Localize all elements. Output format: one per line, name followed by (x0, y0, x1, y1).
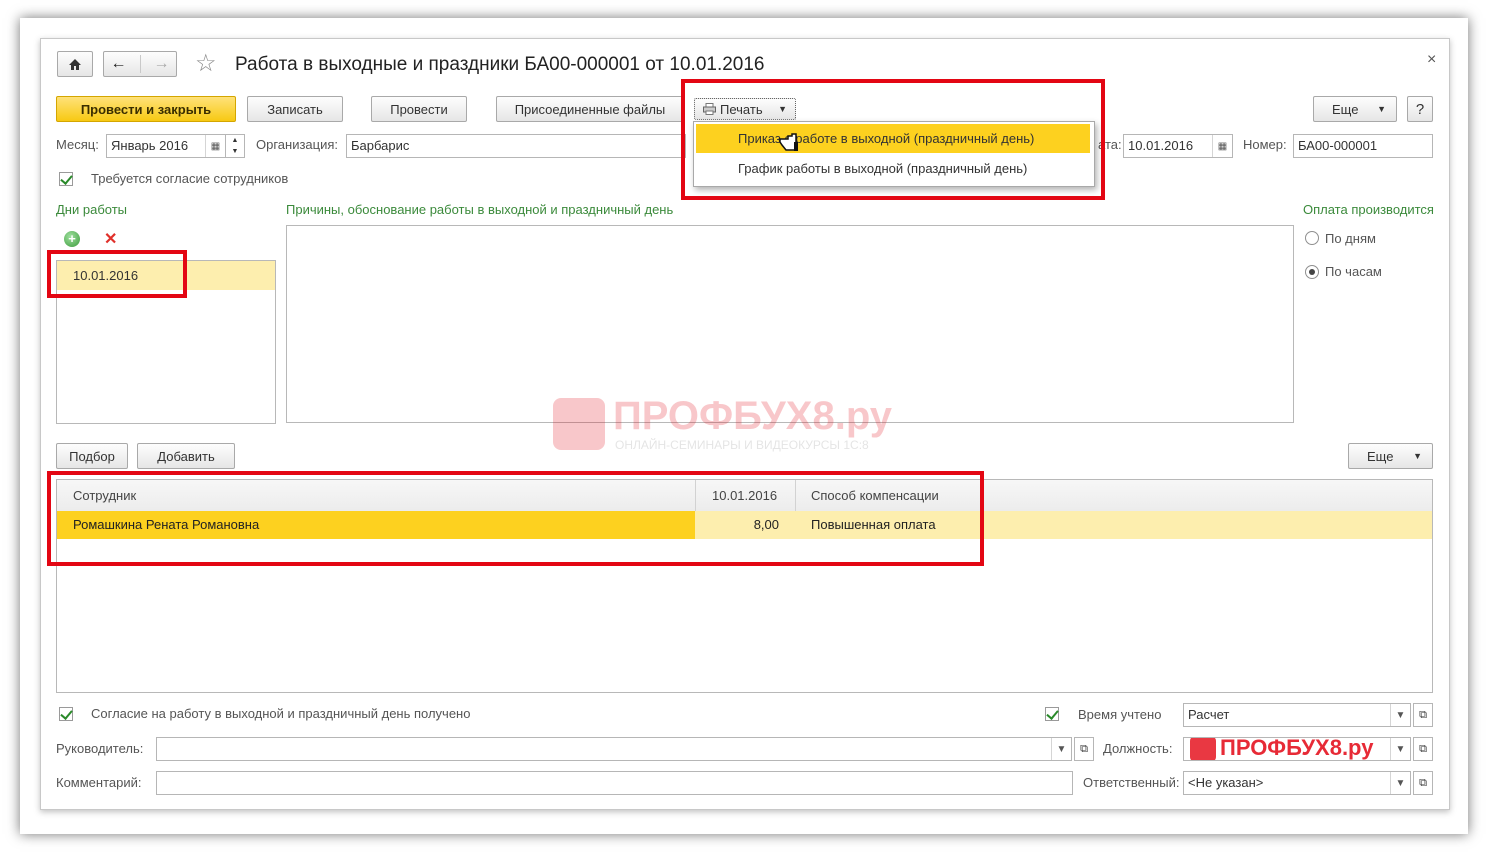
comment-field[interactable] (156, 771, 1073, 795)
payment-by-hours-radio[interactable] (1305, 265, 1319, 279)
more-label: Еще (1332, 101, 1359, 117)
watermark-brand-small: ПРОФБУХ8.ру (1220, 737, 1374, 760)
time-counted-field[interactable]: Расчет ▼ (1183, 703, 1411, 727)
page-title: Работа в выходные и праздники БА00-00000… (235, 54, 765, 75)
highlight-print-menu (681, 79, 1105, 200)
number-field[interactable]: БА00-000001 (1293, 134, 1433, 158)
post-button[interactable]: Провести (371, 96, 467, 122)
time-counted-checkbox[interactable] (1045, 707, 1059, 721)
attached-files-button[interactable]: Присоединенные файлы (496, 96, 684, 122)
delete-row-icon[interactable]: ✕ (104, 229, 117, 249)
position-label: Должность: (1103, 741, 1173, 756)
month-label: Месяц: (56, 137, 99, 152)
payment-title: Оплата производится (1303, 202, 1434, 217)
home-button[interactable] (57, 51, 93, 77)
chevron-down-icon: ▼ (1413, 451, 1422, 461)
number-label: Номер: (1243, 137, 1287, 152)
number-value: БА00-000001 (1298, 138, 1378, 153)
responsible-label: Ответственный: (1083, 775, 1180, 790)
add-row-icon[interactable]: + (64, 231, 80, 247)
responsible-field[interactable]: <Не указан> ▼ (1183, 771, 1411, 795)
month-field[interactable]: Январь 2016 ▦ (106, 134, 226, 158)
add-button[interactable]: Добавить (137, 443, 235, 469)
days-section-title: Дни работы (56, 202, 128, 217)
highlight-employees-table (47, 471, 984, 566)
forward-arrow-icon[interactable]: → (154, 55, 170, 73)
manager-open-button[interactable]: ⧉ (1074, 737, 1094, 761)
chevron-down-icon[interactable]: ▼ (1051, 738, 1071, 760)
pick-button[interactable]: Подбор (56, 443, 128, 469)
help-button[interactable]: ? (1407, 96, 1433, 122)
responsible-value: <Не указан> (1188, 775, 1264, 790)
watermark-logo (553, 398, 605, 450)
month-value: Январь 2016 (111, 138, 189, 153)
organization-label: Организация: (256, 137, 339, 152)
responsible-open-button[interactable]: ⧉ (1413, 771, 1433, 795)
consent-received-label: Согласие на работу в выходной и празднич… (91, 706, 471, 721)
nav-back-forward: ← → (103, 51, 177, 77)
more-button[interactable]: Еще ▼ (1313, 96, 1397, 122)
favorite-star-icon[interactable]: ☆ (195, 51, 217, 77)
table-more-label: Еще (1367, 448, 1394, 464)
reasons-label: Причины, обоснование работы в выходной и… (286, 202, 674, 217)
date-value: 10.01.2016 (1128, 138, 1194, 153)
watermark-tagline: ОНЛАЙН-СЕМИНАРЫ И ВИДЕОКУРСЫ 1С:8 (615, 438, 869, 452)
save-button[interactable]: Записать (247, 96, 343, 122)
post-and-close-button[interactable]: Провести и закрыть (56, 96, 236, 122)
organization-field[interactable]: Барбарис (346, 134, 686, 158)
manager-label: Руководитель: (56, 741, 144, 756)
close-icon[interactable]: × (1427, 51, 1436, 69)
calendar-icon[interactable]: ▦ (1212, 135, 1232, 157)
highlight-work-day (47, 250, 187, 298)
consent-received-checkbox[interactable] (59, 707, 73, 721)
chevron-down-icon: ▼ (1377, 104, 1386, 114)
manager-field[interactable]: ▼ (156, 737, 1072, 761)
time-counted-value: Расчет (1188, 707, 1230, 722)
comment-label: Комментарий: (56, 775, 142, 790)
time-counted-label: Время учтено (1078, 707, 1162, 722)
chevron-down-icon[interactable]: ▼ (1390, 738, 1410, 760)
calendar-icon[interactable]: ▦ (205, 135, 225, 157)
chevron-down-icon[interactable]: ▼ (1390, 772, 1410, 794)
consent-required-label: Требуется согласие сотрудников (91, 171, 289, 186)
payment-by-days-radio[interactable] (1305, 231, 1319, 245)
organization-value: Барбарис (351, 138, 410, 153)
payment-by-hours-label: По часам (1325, 264, 1382, 279)
payment-by-days-label: По дням (1325, 231, 1376, 246)
consent-required-checkbox[interactable] (59, 172, 73, 186)
watermark-logo-small (1190, 738, 1216, 760)
chevron-down-icon[interactable]: ▼ (1390, 704, 1410, 726)
back-arrow-icon[interactable]: ← (111, 55, 127, 73)
table-more-button[interactable]: Еще ▼ (1348, 443, 1433, 469)
watermark-brand: ПРОФБУХ8.ру (613, 394, 892, 438)
position-open-button[interactable]: ⧉ (1413, 737, 1433, 761)
time-open-button[interactable]: ⧉ (1413, 703, 1433, 727)
month-stepper[interactable]: ▲ ▼ (225, 134, 245, 158)
position-field[interactable]: ПРОФБУХ8.ру ▼ (1183, 737, 1411, 761)
date-field[interactable]: 10.01.2016 ▦ (1123, 134, 1233, 158)
home-icon (69, 58, 81, 70)
